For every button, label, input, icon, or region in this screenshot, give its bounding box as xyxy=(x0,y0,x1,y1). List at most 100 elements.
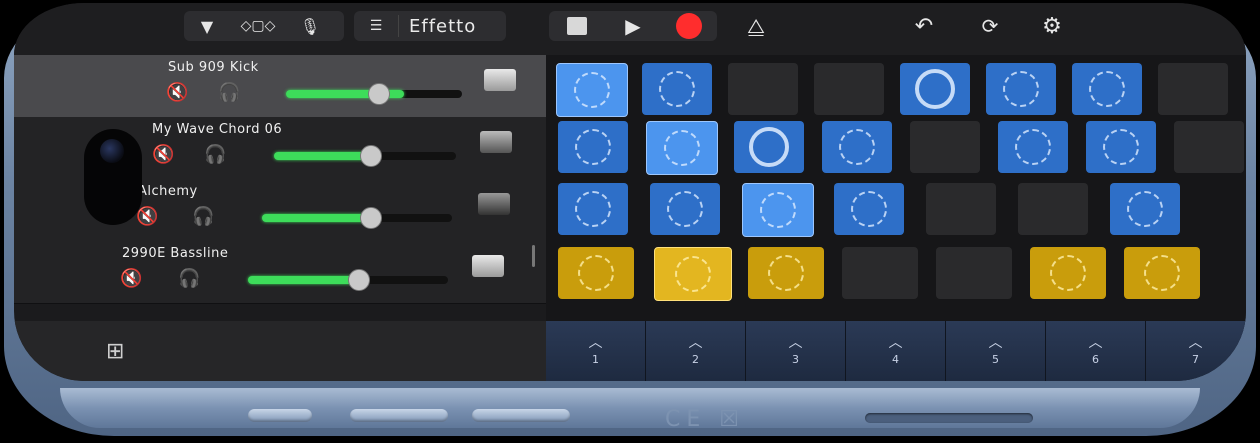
edit-grid-icon[interactable]: ⊞ xyxy=(106,339,124,364)
loop-cell[interactable] xyxy=(900,63,970,115)
empty-cell[interactable] xyxy=(1158,63,1228,115)
dropdown-triangle-icon[interactable]: ▼ xyxy=(184,11,230,41)
chevron-up-icon: ︿ xyxy=(888,334,903,351)
column-number: 1 xyxy=(592,352,599,366)
mute-speaker-icon[interactable]: 🔇 xyxy=(152,144,174,165)
waveform-ring-icon xyxy=(578,255,614,291)
volume-slider[interactable] xyxy=(262,207,452,229)
waveform-ring-icon xyxy=(915,69,955,109)
loop-cell[interactable] xyxy=(558,121,628,173)
waveform-ring-icon xyxy=(760,192,796,228)
volume-knob[interactable] xyxy=(348,269,370,291)
side-button xyxy=(248,409,312,422)
record-button[interactable] xyxy=(669,11,709,41)
empty-cell[interactable] xyxy=(1174,121,1244,173)
column-trigger-button[interactable]: ︿ 5 xyxy=(946,321,1046,381)
volume-slider[interactable] xyxy=(274,145,456,167)
column-number: 4 xyxy=(892,352,899,366)
chevron-up-icon: ︿ xyxy=(1188,334,1203,351)
column-trigger-row: ︿ 1 ︿ 2 ︿ 3 ︿ 4 ︿ 5 ︿ 6 ︿ 7 xyxy=(546,321,1246,381)
volume-knob[interactable] xyxy=(360,207,382,229)
loop-cell[interactable] xyxy=(1072,63,1142,115)
waveform-ring-icon xyxy=(1003,71,1039,107)
loop-cell[interactable] xyxy=(1110,183,1180,235)
loop-cell[interactable] xyxy=(558,183,628,235)
waveform-ring-icon xyxy=(1050,255,1086,291)
headphones-icon[interactable]: 🎧 xyxy=(204,144,226,165)
headphones-icon[interactable]: 🎧 xyxy=(218,82,240,103)
column-trigger-button[interactable]: ︿ 2 xyxy=(646,321,746,381)
empty-cell[interactable] xyxy=(910,121,980,173)
loop-cell[interactable] xyxy=(558,247,634,299)
loop-cell[interactable] xyxy=(646,121,718,175)
transport-controls: ▶ xyxy=(549,11,717,41)
empty-cell[interactable] xyxy=(842,247,918,299)
loop-cell[interactable] xyxy=(654,247,732,301)
loop-cell[interactable] xyxy=(1124,247,1200,299)
mute-speaker-icon[interactable]: 🔇 xyxy=(120,268,142,289)
play-button[interactable]: ▶ xyxy=(613,11,653,41)
loop-cell[interactable] xyxy=(822,121,892,173)
phone-device: CE ☒ ▼ ◇▢◇ 🎙 ☰ Effetto ▶ ⧋ ↶ ⟳ ⚙ Sub 909… xyxy=(0,0,1260,443)
chevron-up-icon: ︿ xyxy=(688,334,703,351)
column-trigger-button[interactable]: ︿ 3 xyxy=(746,321,846,381)
loop-icon[interactable]: ⟳ xyxy=(970,11,1010,41)
effects-button[interactable]: Effetto xyxy=(399,11,486,41)
waveform-ring-icon xyxy=(1089,71,1125,107)
empty-cell[interactable] xyxy=(936,247,1012,299)
track-name: Sub 909 Kick xyxy=(168,60,259,75)
volume-slider[interactable] xyxy=(248,269,448,291)
turntable-icon xyxy=(480,131,512,153)
scrollbar[interactable] xyxy=(532,245,535,267)
track-row[interactable]: Sub 909 Kick 🔇 🎧 xyxy=(14,55,546,118)
waveform-ring-icon xyxy=(839,129,875,165)
waveform-ring-icon xyxy=(768,255,804,291)
loop-cell[interactable] xyxy=(650,183,720,235)
column-trigger-button[interactable]: ︿ 7 xyxy=(1146,321,1246,381)
metronome-icon[interactable]: ⧋ xyxy=(736,11,776,41)
mixer-sliders-icon[interactable]: ☰ xyxy=(354,11,398,41)
empty-cell[interactable] xyxy=(728,63,798,115)
toolbar: ▼ ◇▢◇ 🎙 ☰ Effetto ▶ ⧋ ↶ ⟳ ⚙ xyxy=(14,3,1246,55)
settings-gear-icon[interactable]: ⚙ xyxy=(1032,11,1072,41)
microphone-icon[interactable]: 🎙 xyxy=(286,11,334,41)
empty-cell[interactable] xyxy=(814,63,884,115)
loop-cell[interactable] xyxy=(556,63,628,117)
speaker-grill xyxy=(865,413,1033,423)
volume-knob[interactable] xyxy=(360,145,382,167)
loop-cell[interactable] xyxy=(1030,247,1106,299)
loop-cell[interactable] xyxy=(642,63,712,115)
volume-down-button xyxy=(472,409,570,422)
column-trigger-button[interactable]: ︿ 4 xyxy=(846,321,946,381)
chevron-up-icon: ︿ xyxy=(988,334,1003,351)
headphones-icon[interactable]: 🎧 xyxy=(192,206,214,227)
column-trigger-button[interactable]: ︿ 6 xyxy=(1046,321,1146,381)
loop-cell[interactable] xyxy=(986,63,1056,115)
column-number: 6 xyxy=(1092,352,1099,366)
mute-speaker-icon[interactable]: 🔇 xyxy=(136,206,158,227)
volume-knob[interactable] xyxy=(368,83,390,105)
empty-cell[interactable] xyxy=(1018,183,1088,235)
column-trigger-button[interactable]: ︿ 1 xyxy=(546,321,646,381)
drum-machine-icon xyxy=(484,69,516,91)
loop-cell[interactable] xyxy=(1086,121,1156,173)
empty-cell[interactable] xyxy=(926,183,996,235)
camera-lens-icon xyxy=(100,139,124,163)
loop-cell[interactable] xyxy=(734,121,804,173)
loop-cell[interactable] xyxy=(998,121,1068,173)
undo-icon[interactable]: ↶ xyxy=(904,11,944,41)
stop-button[interactable] xyxy=(557,11,597,41)
view-controls: ▼ ◇▢◇ 🎙 xyxy=(184,11,344,41)
headphones-icon[interactable]: 🎧 xyxy=(178,268,200,289)
loop-cell[interactable] xyxy=(748,247,824,299)
screen: ▼ ◇▢◇ 🎙 ☰ Effetto ▶ ⧋ ↶ ⟳ ⚙ Sub 909 Kick xyxy=(14,3,1246,381)
loop-cell[interactable] xyxy=(834,183,904,235)
chevron-up-icon: ︿ xyxy=(788,334,803,351)
track-row[interactable]: 2990E Bassline 🔇 🎧 xyxy=(14,241,546,304)
track-name: Alchemy xyxy=(138,184,198,199)
view-toggle-icon[interactable]: ◇▢◇ xyxy=(230,11,286,41)
waveform-ring-icon xyxy=(659,71,695,107)
volume-slider[interactable] xyxy=(286,83,462,105)
loop-cell[interactable] xyxy=(742,183,814,237)
mute-speaker-icon[interactable]: 🔇 xyxy=(166,82,188,103)
